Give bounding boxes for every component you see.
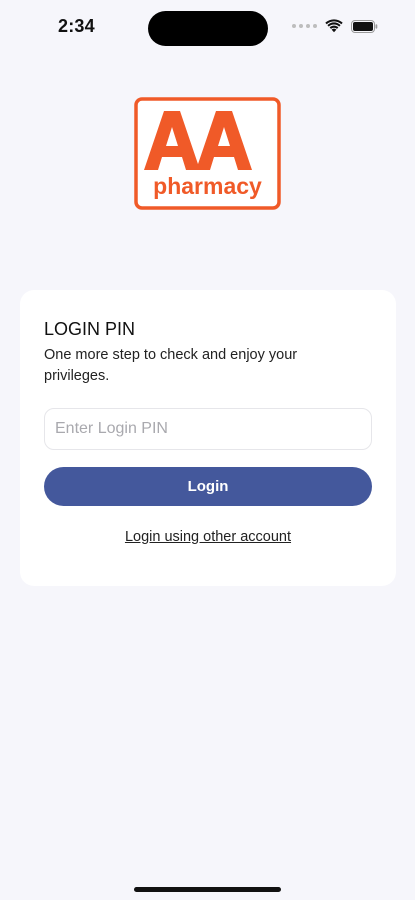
status-time: 2:34	[58, 16, 95, 36]
other-account-link[interactable]: Login using other account	[20, 529, 396, 545]
aa-pharmacy-logo: pharmacy	[134, 97, 281, 210]
battery-icon	[351, 19, 378, 33]
status-icons	[292, 19, 378, 33]
status-bar: 2:34	[0, 0, 415, 56]
card-title: LOGIN PIN	[44, 319, 136, 339]
login-card: LOGIN PIN One more step to check and enj…	[20, 290, 396, 586]
signal-dots-icon	[292, 24, 317, 28]
dynamic-island	[148, 11, 268, 46]
svg-text:pharmacy: pharmacy	[153, 173, 262, 199]
wifi-icon	[325, 19, 343, 33]
home-indicator[interactable]	[134, 887, 281, 892]
card-subtitle: One more step to check and enjoy your pr…	[44, 347, 298, 384]
login-pin-input[interactable]	[44, 408, 372, 450]
login-button[interactable]: Login	[44, 467, 372, 506]
